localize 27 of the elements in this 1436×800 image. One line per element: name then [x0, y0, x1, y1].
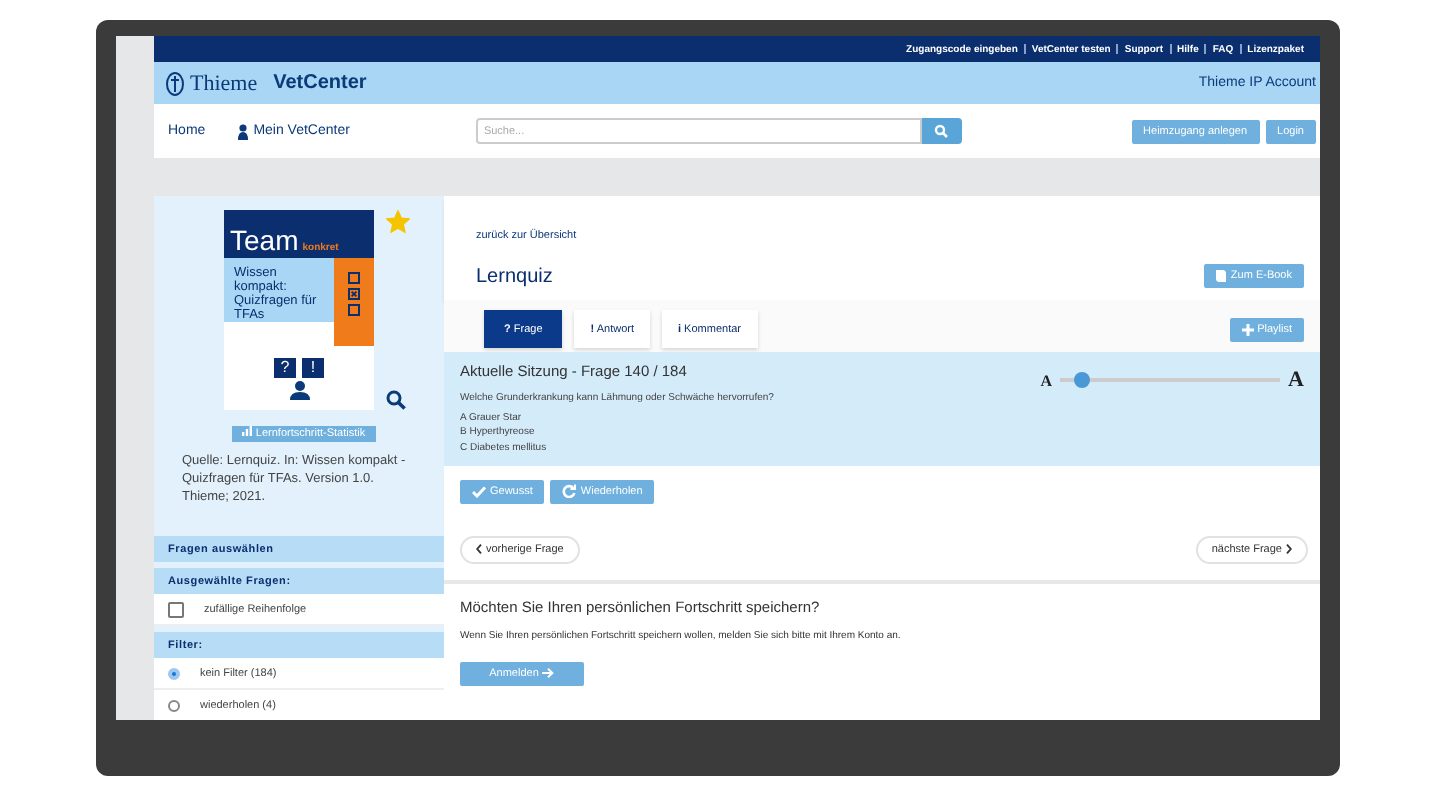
chevron-left-icon: [476, 544, 482, 555]
redo-icon: [562, 484, 577, 499]
star-icon[interactable]: [386, 210, 410, 234]
search-icon: [934, 124, 949, 138]
person-icon: [289, 379, 309, 399]
slider-thumb[interactable]: [1074, 372, 1091, 388]
small-font-label: A: [1040, 371, 1053, 389]
checkbox[interactable]: [168, 601, 184, 617]
logo-icon: [166, 71, 184, 95]
search-button[interactable]: [921, 118, 962, 144]
large-font-label: A: [1288, 368, 1304, 392]
check-icon: [472, 485, 486, 498]
zoom-icon[interactable]: [386, 390, 406, 410]
plus-icon: [1241, 323, 1254, 335]
chevron-right-icon: [1286, 544, 1292, 555]
logo-text: Thieme: [190, 71, 258, 95]
person-icon: [237, 123, 248, 139]
book-icon: [1216, 270, 1227, 282]
speech-bubble: !: [302, 357, 324, 377]
radio-button[interactable]: [168, 667, 180, 679]
speech-bubble: ?: [274, 357, 296, 377]
radio-button[interactable]: [168, 699, 180, 711]
arrow-right-icon: [542, 668, 555, 679]
page-title: Lernquiz: [476, 265, 553, 287]
site-name: VetCenter: [273, 72, 367, 94]
chart-icon: [242, 426, 253, 437]
cover-title: Team: [230, 226, 299, 254]
